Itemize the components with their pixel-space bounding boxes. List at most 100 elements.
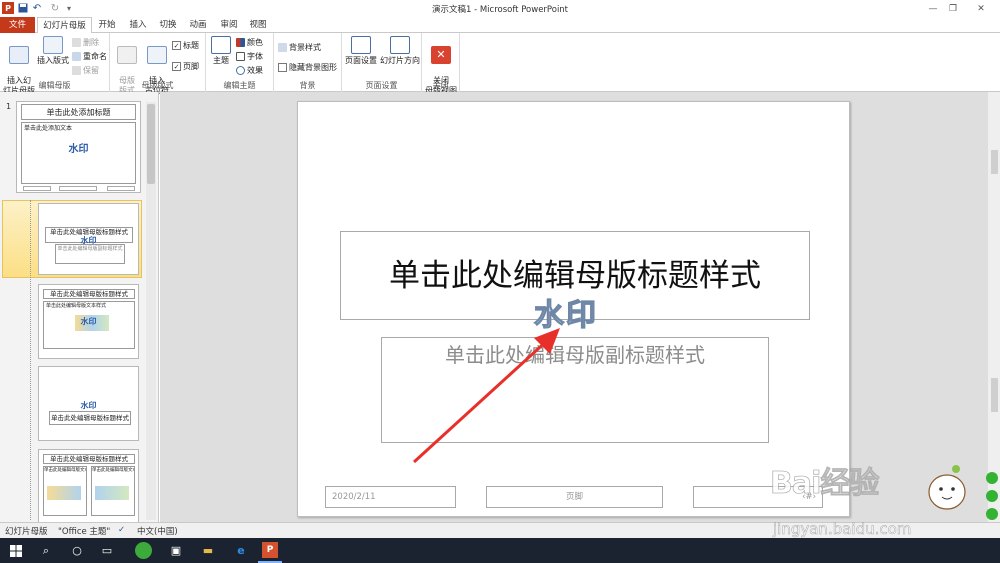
slide-number: 1	[6, 102, 12, 111]
group-label: 页面设置	[365, 81, 398, 90]
footer-checkbox[interactable]: ✓ 页脚	[172, 61, 199, 72]
section-layout-thumbnail[interactable]: 水印 单击此处编辑母版标题样式	[38, 366, 139, 441]
status-theme: "Office 主题"	[58, 527, 111, 537]
insert-layout-button[interactable]: 插入版式	[36, 36, 70, 66]
title-layout-thumbnail[interactable]: 单击此处编辑母版标题样式 水印 单击此处编辑母版副标题样式	[38, 203, 139, 275]
delete-button[interactable]: 删除	[72, 37, 99, 48]
group-edit-theme: 主题 颜色 字体 效果 编辑主题	[206, 33, 274, 92]
scroll-thumb[interactable]	[991, 150, 998, 174]
thumb-subtitle: 单击此处编辑母版副标题样式	[55, 244, 125, 264]
footer-placeholder[interactable]: 页脚	[486, 486, 663, 508]
status-language[interactable]: 中文(中国)	[137, 525, 178, 537]
side-tool-icon[interactable]	[986, 490, 998, 502]
tab-transitions[interactable]: 切换	[154, 17, 182, 33]
tab-file[interactable]: 文件	[0, 17, 35, 33]
group-label: 编辑母版	[38, 81, 71, 90]
slide-master-icon	[9, 46, 29, 64]
red-arrow-annotation	[412, 328, 560, 464]
tab-insert[interactable]: 插入	[124, 17, 152, 33]
master-thumbnail[interactable]: 单击此处添加标题 单击此处添加文本 水印	[16, 101, 141, 193]
title-checkbox[interactable]: ✓ 标题	[172, 40, 199, 51]
thumb-watermark: 水印	[68, 144, 89, 155]
colors-button[interactable]: 颜色	[236, 37, 263, 48]
group-edit-master: 插入幻 灯片母版 插入版式 删除 重命名 保留 编辑母版	[0, 33, 110, 95]
side-tool-icon[interactable]	[986, 472, 998, 484]
group-label: 背景	[299, 81, 316, 90]
scroll-thumb[interactable]	[147, 104, 155, 184]
arrow-line	[412, 336, 552, 464]
close-icon[interactable]: ✕	[962, 0, 1000, 17]
themes-button[interactable]: 主题	[209, 36, 233, 66]
task-view-icon[interactable]: ▭	[97, 541, 117, 560]
status-view: 幻灯片母版	[5, 527, 48, 537]
remote-desktop-icon[interactable]: ▣	[166, 541, 186, 560]
thumb-watermark: 水印	[80, 401, 97, 410]
checkbox-checked-icon: ✓	[172, 41, 181, 50]
file-explorer-icon[interactable]: ▬	[198, 541, 218, 560]
page-setup-icon	[351, 36, 371, 54]
powerpoint-taskbar-icon[interactable]: P	[262, 542, 278, 558]
date-placeholder[interactable]: 2020/2/11	[325, 486, 456, 508]
side-tool-icon[interactable]	[986, 508, 998, 520]
thumb-title: 单击此处添加标题	[21, 104, 136, 120]
group-master-layout: 母版 版式 插入 占位符 ✓ 标题 ✓ 页脚 母版版式	[110, 33, 206, 95]
group-page-setup: 页面设置 幻灯片方向 页面设置	[342, 33, 422, 92]
background-styles-icon	[278, 43, 287, 52]
windows-start-icon[interactable]	[6, 541, 26, 560]
thumb-picture	[95, 486, 129, 500]
group-background: 背景样式 隐藏背景图形 背景	[274, 33, 342, 92]
ribbon: 插入幻 灯片母版 插入版式 删除 重命名 保留 编辑母版 母版 版式 插入 占位…	[0, 33, 1000, 95]
vertical-scrollbar[interactable]	[988, 92, 1000, 522]
windows-taskbar: ⌕ ○ ▭ ▣ ▬ e P	[0, 538, 1000, 563]
rename-icon	[72, 52, 81, 61]
thumb-title: 单击此处编辑母版标题样式	[43, 454, 135, 464]
slide-thumbnail-pane[interactable]: 1 单击此处添加标题 单击此处添加文本 水印 单击此处编辑母版标题样式 水印 单…	[0, 92, 159, 524]
two-content-layout-thumbnail[interactable]: 单击此处编辑母版标题样式 单击此处编辑母版文本样式 单击此处编辑母版文本样式	[38, 449, 139, 524]
colors-icon	[236, 38, 245, 47]
window-title: 演示文稿1 - Microsoft PowerPoint	[431, 5, 569, 15]
group-close: ✕ 关闭 母版视图 关闭	[422, 33, 460, 95]
close-master-icon: ✕	[431, 46, 451, 64]
tab-home[interactable]: 开始	[93, 17, 121, 33]
group-label: 关闭	[432, 81, 449, 90]
master-layout-icon	[117, 46, 137, 64]
themes-icon	[211, 36, 231, 54]
thumb-title: 单击此处编辑母版标题样式	[43, 289, 135, 299]
hide-background-checkbox[interactable]: 隐藏背景图形	[278, 62, 337, 73]
slide-orientation-button[interactable]: 幻灯片方向	[380, 36, 420, 66]
fonts-button[interactable]: 字体	[236, 51, 263, 62]
thumbnail-scrollbar[interactable]	[146, 102, 156, 520]
tree-line	[30, 200, 31, 520]
page-setup-button[interactable]: 页面设置	[344, 36, 378, 66]
search-icon[interactable]: ⌕	[36, 541, 56, 560]
thumb-footer-text	[59, 186, 97, 191]
group-label: 母版版式	[141, 81, 174, 90]
spellcheck-icon[interactable]: ✓	[118, 525, 125, 535]
edge-icon[interactable]: e	[231, 541, 251, 560]
preserve-button[interactable]: 保留	[72, 65, 99, 76]
rename-button[interactable]: 重命名	[72, 51, 107, 62]
thumb-footer-number	[107, 186, 135, 191]
background-styles-button[interactable]: 背景样式	[278, 42, 321, 53]
delete-icon	[72, 38, 81, 47]
cortana-icon[interactable]: ○	[67, 541, 87, 560]
baidu-jingyan-logo: Bai经验	[770, 466, 880, 502]
tab-animations[interactable]: 动画	[184, 17, 212, 33]
checkbox-icon	[278, 63, 287, 72]
content-layout-thumbnail[interactable]: 单击此处编辑母版标题样式 单击此处编辑母版文本样式 水印	[38, 284, 139, 359]
effects-button[interactable]: 效果	[236, 65, 263, 76]
thumb-watermark: 水印	[80, 317, 97, 326]
tab-view[interactable]: 视图	[244, 17, 272, 33]
browser-360-icon[interactable]	[135, 542, 152, 559]
layout-icon	[43, 36, 63, 54]
preserve-icon	[72, 66, 81, 75]
baidu-jingyan-url: jingyan.baidu.com	[773, 520, 912, 539]
tab-slide-master[interactable]: 幻灯片母版	[37, 17, 92, 34]
thumb-picture	[47, 486, 81, 500]
thumb-title: 单击此处编辑母版标题样式	[49, 411, 131, 425]
fonts-icon	[236, 52, 245, 61]
group-label: 编辑主题	[223, 81, 256, 90]
scroll-thumb[interactable]	[991, 378, 998, 412]
title-bar: P ↶ ↻ ▾ 演示文稿1 - Microsoft PowerPoint — ❐…	[0, 0, 1000, 17]
tab-review[interactable]: 审阅	[215, 17, 243, 33]
